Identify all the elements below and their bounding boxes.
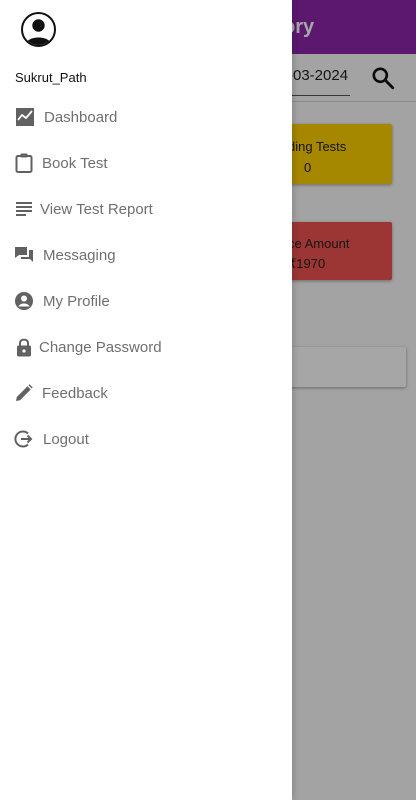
menu-item-view-test-report[interactable]: View Test Report xyxy=(0,186,292,232)
clipboard-icon xyxy=(14,153,34,173)
menu-label-change-password: Change Password xyxy=(39,338,162,356)
pencil-icon xyxy=(14,383,34,403)
account-circle-icon[interactable] xyxy=(21,12,56,47)
logout-icon xyxy=(14,429,34,449)
menu-label-messaging: Messaging xyxy=(43,246,116,264)
chart-line-icon xyxy=(15,107,35,127)
username-label: Sukrut_Path xyxy=(15,70,87,85)
navigation-drawer: Sukrut_Path Dashboard Book Test View Tes… xyxy=(0,0,292,800)
person-circle-icon xyxy=(14,291,34,311)
menu-label-feedback: Feedback xyxy=(42,384,108,402)
menu-label-view-test-report: View Test Report xyxy=(40,200,153,218)
chat-bubbles-icon xyxy=(14,245,34,265)
menu-label-logout: Logout xyxy=(43,430,89,448)
menu-item-messaging[interactable]: Messaging xyxy=(0,232,292,278)
menu-item-change-password[interactable]: Change Password xyxy=(0,324,292,370)
menu-item-logout[interactable]: Logout xyxy=(0,416,292,462)
menu-item-feedback[interactable]: Feedback xyxy=(0,370,292,416)
menu-label-book-test: Book Test xyxy=(42,154,108,172)
menu-item-dashboard[interactable]: Dashboard xyxy=(0,94,292,140)
menu-item-my-profile[interactable]: My Profile xyxy=(0,278,292,324)
lock-icon xyxy=(14,337,34,357)
menu-label-my-profile: My Profile xyxy=(43,292,110,310)
menu-item-book-test[interactable]: Book Test xyxy=(0,140,292,186)
menu-label-dashboard: Dashboard xyxy=(44,108,118,126)
list-lines-icon xyxy=(14,199,34,219)
